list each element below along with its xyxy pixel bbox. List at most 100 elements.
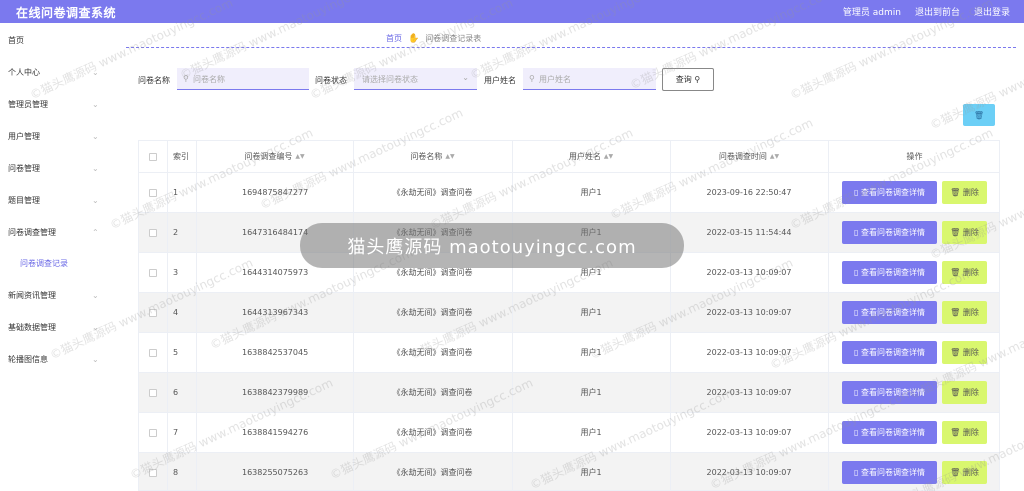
cell-user: 用户1 — [580, 268, 602, 277]
column-header-actions: 操作 — [906, 152, 923, 161]
table-cell — [139, 253, 167, 292]
delete-button[interactable]: 🗑 删除 — [942, 261, 987, 284]
table-row: 7 1638841594276 《永劫无间》调查问卷 用户1 2022-03-13 10… — [139, 413, 999, 453]
row-checkbox[interactable] — [149, 188, 157, 197]
back-to-front-link[interactable]: 退出到前台 — [915, 5, 960, 18]
cell-time: 2022-03-13 10:09:07 — [706, 468, 792, 477]
sidebar-item-3[interactable]: 管理员管理 ⌄ — [0, 95, 112, 115]
table-cell — [139, 213, 167, 252]
table-cell: ▯ 查看问卷调查详情 🗑 删除 — [828, 333, 999, 372]
view-detail-button[interactable]: ▯ 查看问卷调查详情 — [842, 181, 937, 204]
query-button[interactable]: 查询 ⚲ — [662, 68, 714, 91]
sort-icon[interactable]: ▲▼ — [445, 153, 454, 160]
view-detail-label: 查看问卷调查详情 — [860, 188, 925, 197]
chevron-down-icon: ⌄ — [92, 164, 99, 173]
delete-button[interactable]: 🗑 删除 — [942, 221, 987, 244]
survey-name-input[interactable]: ⚲ 问卷名称 — [177, 68, 309, 90]
sort-icon[interactable]: ▲▼ — [295, 153, 304, 160]
row-checkbox[interactable] — [149, 268, 157, 277]
cell-code: 1638255075263 — [242, 468, 309, 477]
chevron-down-icon: ⌄ — [92, 100, 99, 109]
cell-time: 2022-03-13 10:09:07 — [706, 428, 792, 437]
trash-icon: 🗑 — [950, 308, 963, 317]
table-cell: 1644313967343 — [196, 293, 353, 332]
cell-time: 2022-03-13 10:09:07 — [706, 388, 792, 397]
delete-button[interactable]: 🗑 删除 — [942, 421, 987, 444]
sidebar-item-1[interactable]: 首页 — [0, 31, 112, 51]
view-detail-button[interactable]: ▯ 查看问卷调查详情 — [842, 261, 937, 284]
sidebar-item-4[interactable]: 用户管理 ⌄ — [0, 127, 112, 147]
sidebar-item-6[interactable]: 题目管理 ⌄ — [0, 191, 112, 211]
table-cell: 问卷调查编号 ▲▼ — [196, 141, 353, 172]
delete-button[interactable]: 🗑 删除 — [942, 301, 987, 324]
search-icon: ⚲ — [529, 74, 535, 83]
sort-icon[interactable]: ▲▼ — [604, 153, 613, 160]
sidebar-item-5[interactable]: 问卷管理 ⌄ — [0, 159, 112, 179]
delete-button[interactable]: 🗑 删除 — [942, 341, 987, 364]
row-checkbox[interactable] — [149, 428, 157, 437]
table-cell — [139, 413, 167, 452]
table-cell: ▯ 查看问卷调查详情 🗑 删除 — [828, 253, 999, 292]
delete-button[interactable]: 🗑 删除 — [942, 181, 987, 204]
view-detail-button[interactable]: ▯ 查看问卷调查详情 — [842, 221, 937, 244]
current-user-label: 管理员 admin — [842, 8, 901, 18]
sidebar-item-label: 管理员管理 — [8, 100, 48, 109]
row-checkbox[interactable] — [149, 348, 157, 357]
bulk-delete-button[interactable]: 🗑 — [963, 104, 995, 126]
table-cell: ▯ 查看问卷调查详情 🗑 删除 — [828, 173, 999, 212]
delete-button[interactable]: 🗑 删除 — [942, 461, 987, 484]
delete-label: 删除 — [962, 388, 979, 397]
trash-icon: 🗑 — [950, 388, 963, 397]
cell-index: 1 — [173, 188, 179, 197]
select-all-checkbox[interactable] — [149, 152, 157, 161]
delete-label: 删除 — [962, 348, 979, 357]
view-detail-button[interactable]: ▯ 查看问卷调查详情 — [842, 301, 937, 324]
cell-name: 《永劫无间》调查问卷 — [392, 268, 473, 277]
sidebar-item-2[interactable]: 个人中心 ⌄ — [0, 63, 112, 83]
sidebar-subitem-survey-records[interactable]: 问卷调查记录 — [0, 255, 112, 273]
sidebar-item-label: 问卷管理 — [8, 164, 40, 173]
cell-index: 7 — [173, 428, 179, 437]
view-detail-button[interactable]: ▯ 查看问卷调查详情 — [842, 461, 937, 484]
sidebar-item-9[interactable]: 基础数据管理 ⌄ — [0, 318, 112, 338]
document-icon: ▯ — [854, 228, 861, 237]
records-table: 索引 问卷调查编号 ▲▼ 问卷名称 ▲▼ 用户姓名 ▲▼ 问卷调查时间 ▲▼ 操作 1 1694875… — [138, 140, 1000, 491]
delete-label: 删除 — [962, 308, 979, 317]
sidebar-item-label: 首页 — [8, 36, 24, 45]
chevron-down-icon: ⌄ — [462, 73, 469, 82]
sort-icon[interactable]: ▲▼ — [770, 153, 779, 160]
view-detail-button[interactable]: ▯ 查看问卷调查详情 — [842, 341, 937, 364]
view-detail-label: 查看问卷调查详情 — [860, 388, 925, 397]
row-checkbox[interactable] — [149, 468, 157, 477]
row-checkbox[interactable] — [149, 228, 157, 237]
sidebar-item-label: 个人中心 — [8, 68, 40, 77]
view-detail-button[interactable]: ▯ 查看问卷调查详情 — [842, 421, 937, 444]
view-detail-label: 查看问卷调查详情 — [860, 348, 925, 357]
table-cell: 2022-03-13 10:09:07 — [670, 293, 828, 332]
cell-name: 《永劫无间》调查问卷 — [392, 428, 473, 437]
sidebar-item-10[interactable]: 轮播图信息 ⌄ — [0, 350, 112, 370]
logout-link[interactable]: 退出登录 — [974, 5, 1010, 18]
delete-button[interactable]: 🗑 删除 — [942, 381, 987, 404]
cell-time: 2022-03-13 10:09:07 — [706, 308, 792, 317]
filter-status-label: 问卷状态 — [315, 76, 347, 85]
table-cell: 用户1 — [512, 333, 670, 372]
chevron-down-icon: ⌄ — [92, 323, 99, 332]
user-name-input[interactable]: ⚲ 用户姓名 — [523, 68, 656, 90]
cell-code: 1644313967343 — [242, 308, 309, 317]
row-checkbox[interactable] — [149, 388, 157, 397]
cell-index: 5 — [173, 348, 179, 357]
sidebar-item-label: 问卷调查管理 — [8, 228, 56, 237]
sidebar-item-7[interactable]: 问卷调查管理 ⌃ — [0, 223, 112, 243]
survey-status-select[interactable]: 请选择问卷状态 ⌄ — [354, 68, 477, 90]
breadcrumb-home[interactable]: 首页 — [386, 33, 402, 44]
view-detail-button[interactable]: ▯ 查看问卷调查详情 — [842, 381, 937, 404]
table-cell: 2023-09-16 22:50:47 — [670, 173, 828, 212]
table-cell: 2022-03-13 10:09:07 — [670, 453, 828, 490]
sidebar-item-8[interactable]: 新闻资讯管理 ⌄ — [0, 286, 112, 306]
table-cell: 2 — [167, 213, 196, 252]
table-cell: 《永劫无间》调查问卷 — [353, 413, 512, 452]
row-checkbox[interactable] — [149, 308, 157, 317]
breadcrumb: 首页 ✋ 问卷调查记录表 — [386, 33, 481, 44]
chevron-down-icon: ⌄ — [92, 355, 99, 364]
